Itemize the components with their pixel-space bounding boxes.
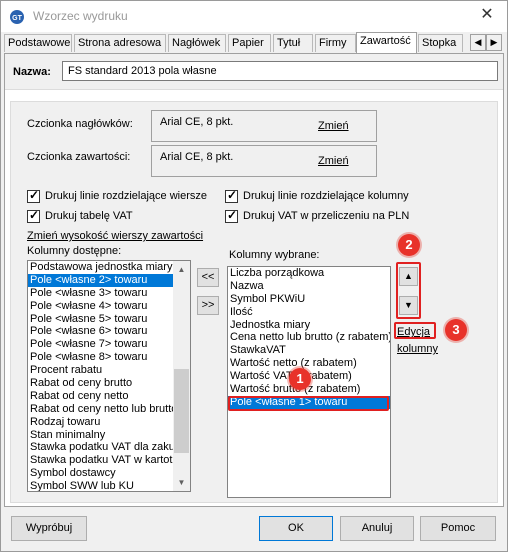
list-item[interactable]: Nazwa (228, 280, 390, 293)
list-item[interactable]: Pole <własne 7> towaru (28, 338, 190, 351)
annotation-badge-1: 1 (289, 368, 311, 390)
tab-scroll-left-icon[interactable]: ◀ (470, 34, 486, 51)
tab-podstawowe[interactable]: Podstawowe (4, 34, 72, 52)
list-item[interactable]: Cena netto lub brutto (z rabatem) (228, 331, 390, 344)
highlight-order-buttons (396, 262, 421, 319)
list-item[interactable]: Stawka podatku VAT w kartotece (28, 454, 190, 467)
tab-scroll: ◀ ▶ (470, 34, 502, 51)
name-label: Nazwa: (13, 66, 51, 78)
row-lines-label: Drukuj linie rozdzielające wiersze (45, 190, 208, 202)
header-font-change-link[interactable]: Zmień (318, 120, 349, 132)
preview-button[interactable]: Wypróbuj (11, 516, 87, 541)
tab-strip: Podstawowe Strona adresowa Nagłówek Papi… (4, 32, 504, 53)
cancel-button[interactable]: Anuluj (340, 516, 414, 541)
vat-table-checkbox[interactable] (27, 208, 40, 223)
list-item[interactable]: Rabat od ceny netto (28, 390, 190, 403)
list-item[interactable]: Rabat od ceny netto lub brutto (28, 403, 190, 416)
available-items: Podstawowa jednostka miary Pole <własne 2… (28, 261, 190, 491)
list-item[interactable]: Stan minimalny (28, 429, 190, 442)
scroll-down-icon[interactable]: ▼ (173, 474, 190, 491)
list-item[interactable]: Procent rabatu (28, 364, 190, 377)
highlight-edit-link (394, 322, 436, 339)
content-panel: Czcionka nagłówków: Arial CE, 8 pkt. Zmi… (10, 101, 498, 503)
tab-firmy[interactable]: Firmy (315, 34, 356, 52)
list-item[interactable]: Ilość (228, 306, 390, 319)
dialog-window: GT Wzorzec wydruku ✕ Podstawowe Strona a… (0, 0, 508, 552)
highlight-selected-column (228, 396, 389, 411)
col-lines-label: Drukuj linie rozdzielające kolumny (243, 190, 409, 202)
title-bar: GT Wzorzec wydruku ✕ (1, 1, 507, 32)
tab-strona-adresowa[interactable]: Strona adresowa (74, 34, 166, 52)
move-right-button[interactable]: >> (197, 296, 219, 315)
list-item[interactable]: Symbol PKWiU (228, 293, 390, 306)
tab-papier[interactable]: Papier (228, 34, 271, 52)
list-item[interactable]: Pole <własne 2> towaru (28, 273, 190, 287)
list-item[interactable]: Pole <własne 6> towaru (28, 325, 190, 338)
selected-columns-label: Kolumny wybrane: (229, 249, 320, 261)
help-button[interactable]: Pomoc (420, 516, 496, 541)
list-item[interactable]: Rabat od ceny brutto (28, 377, 190, 390)
list-item[interactable]: Rodzaj towaru (28, 416, 190, 429)
vat-pln-label: Drukuj VAT w przeliczeniu na PLN (243, 210, 410, 222)
list-item[interactable]: Podstawowa jednostka miary (28, 261, 190, 274)
window-title: Wzorzec wydruku (33, 9, 128, 23)
vat-pln-checkbox[interactable] (225, 208, 238, 223)
tab-zawartosc[interactable]: Zawartość (356, 32, 417, 53)
scroll-thumb[interactable] (174, 369, 189, 453)
list-item[interactable]: Liczba porządkowa (228, 267, 390, 280)
header-font-value: Arial CE, 8 pkt. (160, 116, 234, 128)
name-input[interactable]: FS standard 2013 pola własne (62, 61, 498, 81)
tab-stopka[interactable]: Stopka (418, 34, 463, 52)
list-item[interactable]: Pole <własne 3> towaru (28, 287, 190, 300)
content-font-box: Arial CE, 8 pkt. Zmień (151, 145, 377, 177)
available-scrollbar[interactable]: ▲ ▼ (173, 261, 190, 491)
content-font-label: Czcionka zawartości: (27, 151, 131, 163)
svg-text:GT: GT (12, 15, 22, 22)
available-columns-list[interactable]: Podstawowa jednostka miary Pole <własne 2… (27, 260, 191, 492)
row-lines-checkbox[interactable] (27, 188, 40, 203)
header-font-label: Czcionka nagłówków: (27, 118, 133, 130)
list-item[interactable]: Pole <własne 4> towaru (28, 300, 190, 313)
tab-scroll-right-icon[interactable]: ▶ (486, 34, 502, 51)
tab-naglowek[interactable]: Nagłówek (168, 34, 226, 52)
edit-column-link-line2[interactable]: kolumny (397, 343, 438, 355)
row-height-link[interactable]: Zmień wysokość wierszy zawartości (27, 230, 203, 242)
move-left-button[interactable]: << (197, 268, 219, 287)
annotation-badge-2: 2 (398, 234, 420, 256)
list-item[interactable]: Jednostka miary (228, 319, 390, 332)
close-icon[interactable]: ✕ (477, 5, 497, 25)
app-icon: GT (10, 10, 24, 24)
selected-items: Liczba porządkowa Nazwa Symbol PKWiU Ilość J… (228, 267, 390, 409)
ok-button[interactable]: OK (259, 516, 333, 541)
available-columns-label: Kolumny dostępne: (27, 245, 122, 257)
annotation-badge-3: 3 (445, 319, 467, 341)
tab-page-zawartosc: Nazwa: FS standard 2013 pola własne Czci… (4, 53, 504, 507)
list-item[interactable]: Symbol SWW lub KU (28, 480, 190, 491)
col-lines-checkbox[interactable] (225, 188, 238, 203)
name-bar: Nazwa: FS standard 2013 pola własne (5, 54, 503, 90)
content-font-value: Arial CE, 8 pkt. (160, 151, 234, 163)
tab-tytul[interactable]: Tytuł (273, 34, 313, 52)
list-item[interactable]: Wartość netto (z rabatem) (228, 357, 390, 370)
content-font-change-link[interactable]: Zmień (318, 155, 349, 167)
header-font-box: Arial CE, 8 pkt. Zmień (151, 110, 377, 142)
list-item[interactable]: Symbol dostawcy (28, 467, 190, 480)
vat-table-label: Drukuj tabelę VAT (45, 210, 133, 222)
list-item[interactable]: Stawka podatku VAT dla zakupu (28, 441, 190, 454)
list-item[interactable]: Pole <własne 8> towaru (28, 351, 190, 364)
list-item[interactable]: Pole <własne 5> towaru (28, 313, 190, 326)
scroll-up-icon[interactable]: ▲ (173, 261, 190, 278)
list-item[interactable]: StawkaVAT (228, 344, 390, 357)
